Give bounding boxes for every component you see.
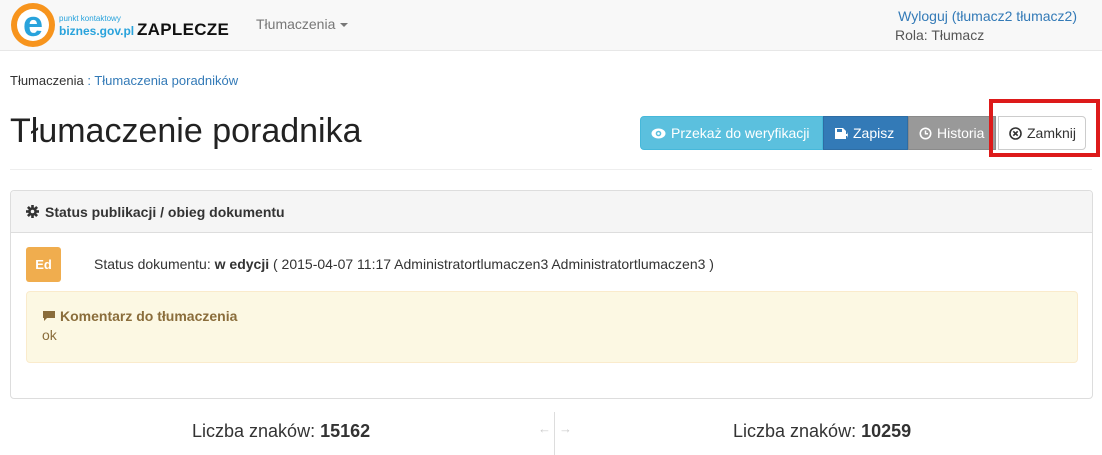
divider bbox=[10, 169, 1092, 170]
translations-menu[interactable]: Tłumaczenia bbox=[256, 16, 349, 32]
translations-menu-label: Tłumaczenia bbox=[256, 16, 336, 32]
send-to-verification-label: Przekaż do weryfikacji bbox=[671, 125, 810, 141]
comment-box: Komentarz do tłumaczenia ok bbox=[26, 291, 1078, 363]
char-count-left-value: 15162 bbox=[320, 421, 371, 441]
comment-icon bbox=[42, 310, 56, 322]
status-details: ( 2015-04-07 11:17 Administratortlumacze… bbox=[273, 256, 714, 272]
breadcrumb-current-link[interactable]: Tłumaczenia poradników bbox=[94, 73, 238, 88]
history-button[interactable]: Historia bbox=[908, 116, 996, 150]
gear-icon bbox=[26, 205, 39, 218]
page-title: Tłumaczenie poradnika bbox=[10, 112, 362, 150]
arrow-right-icon: → bbox=[559, 421, 572, 436]
char-count-right-label: Liczba znaków: bbox=[733, 421, 857, 441]
brand-title[interactable]: ZAPLECZE bbox=[137, 20, 229, 40]
save-icon bbox=[834, 127, 848, 140]
comment-text: ok bbox=[42, 327, 57, 343]
char-count-right-value: 10259 bbox=[861, 421, 912, 441]
logo-e-icon: e bbox=[11, 3, 55, 47]
close-button[interactable]: Zamknij bbox=[998, 116, 1086, 150]
send-to-verification-button[interactable]: Przekaż do weryfikacji bbox=[640, 116, 823, 150]
close-circle-icon bbox=[1009, 126, 1022, 140]
document-status: Status dokumentu: w edycji ( 2015-04-07 … bbox=[94, 256, 714, 272]
clock-icon bbox=[919, 127, 932, 140]
char-count-left: Liczba znaków: 15162 bbox=[192, 421, 370, 442]
navbar: e punkt kontaktowy biznes.gov.pl ZAPLECZ… bbox=[0, 0, 1102, 51]
char-count-right: Liczba znaków: 10259 bbox=[733, 421, 911, 442]
comment-title-row: Komentarz do tłumaczenia bbox=[42, 308, 1062, 324]
logo-line1: punkt kontaktowy bbox=[59, 14, 121, 23]
status-prefix: Status dokumentu: bbox=[94, 256, 211, 272]
breadcrumb: Tłumaczenia : Tłumaczenia poradników bbox=[10, 73, 238, 88]
comment-title: Komentarz do tłumaczenia bbox=[60, 308, 238, 324]
arrow-left-icon: ← bbox=[538, 421, 551, 436]
close-label: Zamknij bbox=[1027, 125, 1077, 141]
history-label: Historia bbox=[937, 125, 985, 141]
status-badge: Ed bbox=[26, 247, 61, 282]
save-button[interactable]: Zapisz bbox=[823, 116, 908, 150]
resize-handle[interactable]: ← → bbox=[538, 421, 572, 436]
status-panel-heading: Status publikacji / obieg dokumentu bbox=[11, 191, 1092, 233]
caret-down-icon bbox=[340, 23, 349, 28]
role-label: Rola: Tłumacz bbox=[895, 27, 985, 43]
status-value: w edycji bbox=[214, 256, 270, 272]
char-count-left-label: Liczba znaków: bbox=[192, 421, 316, 441]
logo-line2: biznes.gov.pl bbox=[59, 24, 135, 38]
logout-link[interactable]: Wyloguj (tłumacz2 tłumacz2) bbox=[898, 8, 1077, 24]
breadcrumb-separator: : bbox=[87, 73, 91, 88]
toolbar: Przekaż do weryfikacji Zapisz Historia Z… bbox=[640, 116, 1086, 150]
eye-icon bbox=[651, 128, 666, 139]
status-panel: Status publikacji / obieg dokumentu Ed S… bbox=[10, 190, 1093, 399]
logo[interactable]: e punkt kontaktowy biznes.gov.pl bbox=[11, 3, 134, 47]
save-label: Zapisz bbox=[853, 125, 895, 141]
breadcrumb-root: Tłumaczenia bbox=[10, 73, 84, 88]
status-panel-title: Status publikacji / obieg dokumentu bbox=[45, 203, 285, 220]
split-divider[interactable] bbox=[554, 412, 555, 455]
